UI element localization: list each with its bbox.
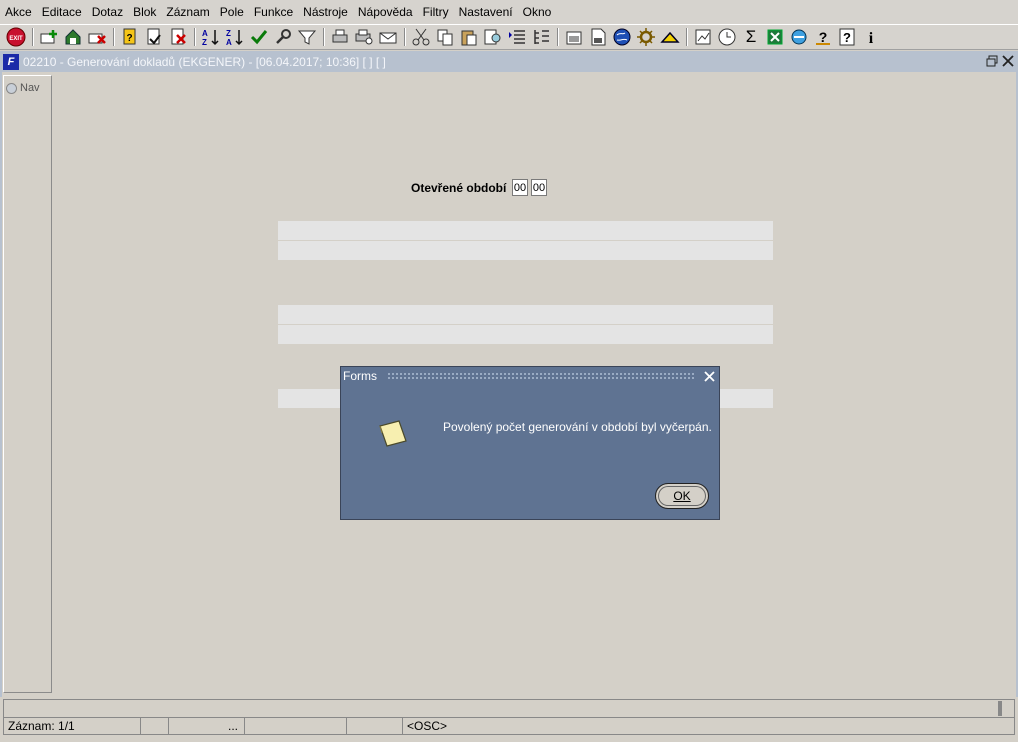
menu-pole[interactable]: Pole (215, 0, 249, 24)
clock-icon[interactable] (717, 27, 737, 47)
document-icon[interactable] (588, 27, 608, 47)
toolbar: EXIT ? AZ ZA Σ ? ? i (0, 24, 1018, 50)
close-icon[interactable] (701, 368, 717, 384)
window-title: 02210 - Generování dokladů (EKGENER) - [… (23, 54, 386, 69)
filter-icon[interactable] (297, 27, 317, 47)
status-record: Záznam: 1/1 (4, 718, 141, 734)
query-cancel-icon[interactable] (168, 27, 188, 47)
app-icon: F (3, 53, 19, 70)
restore-icon[interactable] (984, 53, 1000, 69)
dialog-title: Forms (343, 369, 377, 383)
period-month-field[interactable]: 00 (512, 179, 528, 196)
menu-zaznam[interactable]: Záznam (161, 0, 214, 24)
menu-akce[interactable]: Akce (0, 0, 37, 24)
triangle-icon[interactable] (660, 27, 680, 47)
status-cell-empty (141, 718, 169, 734)
copy-icon[interactable] (435, 27, 455, 47)
nav-tab[interactable]: Nav (6, 80, 40, 96)
list-icon[interactable] (507, 27, 527, 47)
svg-text:EXIT: EXIT (9, 36, 23, 42)
form-row (278, 325, 773, 344)
ok-button[interactable]: OK (655, 483, 709, 509)
status-bar: Záznam: 1/1 ... <OSC> (0, 697, 1018, 742)
insert-record-icon[interactable] (39, 27, 59, 47)
print-preview-icon[interactable] (354, 27, 374, 47)
form-row (278, 221, 773, 240)
dialog-drag-grip (387, 372, 695, 381)
attach-icon[interactable] (564, 27, 584, 47)
query-enter-icon[interactable]: ? (120, 27, 140, 47)
toolbar-separator (32, 28, 34, 46)
status-ellipsis: ... (169, 718, 245, 734)
menu-dotaz[interactable]: Dotaz (87, 0, 128, 24)
svg-text:A: A (202, 29, 208, 38)
menu-filtry[interactable]: Filtry (418, 0, 454, 24)
toolbar-separator (404, 28, 406, 46)
status-knob (998, 701, 1002, 716)
help-icon[interactable]: ? (837, 27, 857, 47)
delete-record-icon[interactable] (87, 27, 107, 47)
svg-text:i: i (869, 30, 874, 47)
period-year-field[interactable]: 00 (531, 179, 547, 196)
menu-nastaveni[interactable]: Nastavení (454, 0, 518, 24)
dialog-message: Povolený počet generování v období byl v… (443, 420, 712, 434)
toolbar-separator (557, 28, 559, 46)
nav-panel (3, 75, 52, 693)
window-titlebar: F 02210 - Generování dokladů (EKGENER) -… (0, 51, 1018, 72)
close-icon[interactable] (1000, 53, 1016, 69)
info-icon[interactable]: i (861, 27, 881, 47)
svg-text:Z: Z (202, 38, 207, 47)
sort-asc-icon[interactable]: AZ (201, 27, 221, 47)
toolbar-separator (323, 28, 325, 46)
svg-text:Z: Z (226, 29, 231, 38)
paste-icon[interactable] (459, 27, 479, 47)
settings-wheel-icon[interactable] (636, 27, 656, 47)
status-cell-empty (347, 718, 403, 734)
status-mode: <OSC> (407, 719, 448, 733)
dialog-titlebar[interactable]: Forms (341, 367, 719, 386)
form-row (278, 241, 773, 260)
check-icon[interactable] (249, 27, 269, 47)
print-icon[interactable] (330, 27, 350, 47)
menu-napoveda[interactable]: Nápověda (353, 0, 418, 24)
toolbar-separator (194, 28, 196, 46)
menu-blok[interactable]: Blok (128, 0, 161, 24)
query-execute-icon[interactable] (144, 27, 164, 47)
exit-icon[interactable]: EXIT (6, 27, 26, 47)
tree-icon[interactable] (531, 27, 551, 47)
nav-label: Nav (20, 82, 40, 94)
wrench-icon[interactable] (273, 27, 293, 47)
svg-text:?: ? (126, 33, 132, 44)
menu-editace[interactable]: Editace (37, 0, 87, 24)
status-message-line (3, 699, 1015, 717)
toolbar-separator (686, 28, 688, 46)
svg-text:?: ? (819, 29, 828, 45)
form-row (278, 305, 773, 324)
svg-text:?: ? (843, 30, 851, 45)
status-cell-empty (245, 718, 347, 734)
excel-icon[interactable] (765, 27, 785, 47)
note-icon (377, 417, 407, 447)
search-icon[interactable] (483, 27, 503, 47)
menu-nastroje[interactable]: Nástroje (298, 0, 353, 24)
menu-funkce[interactable]: Funkce (249, 0, 298, 24)
period-label: Otevřené období (411, 181, 507, 195)
alert-dialog: Forms Povolený počet generování v období… (340, 366, 720, 520)
mail-icon[interactable] (378, 27, 398, 47)
menu-bar: Akce Editace Dotaz Blok Záznam Pole Funk… (0, 0, 1018, 24)
menu-okno[interactable]: Okno (518, 0, 557, 24)
chart-icon[interactable] (693, 27, 713, 47)
sort-desc-icon[interactable]: ZA (225, 27, 245, 47)
toolbar-separator (113, 28, 115, 46)
globe-icon[interactable] (612, 27, 632, 47)
ie-icon[interactable] (789, 27, 809, 47)
save-icon[interactable] (63, 27, 83, 47)
svg-text:A: A (226, 38, 232, 47)
sum-icon[interactable]: Σ (741, 27, 761, 47)
wizard-icon[interactable]: ? (813, 27, 833, 47)
nav-radio-icon (6, 82, 17, 94)
cut-icon[interactable] (411, 27, 431, 47)
status-panels: Záznam: 1/1 ... <OSC> (3, 717, 1015, 735)
